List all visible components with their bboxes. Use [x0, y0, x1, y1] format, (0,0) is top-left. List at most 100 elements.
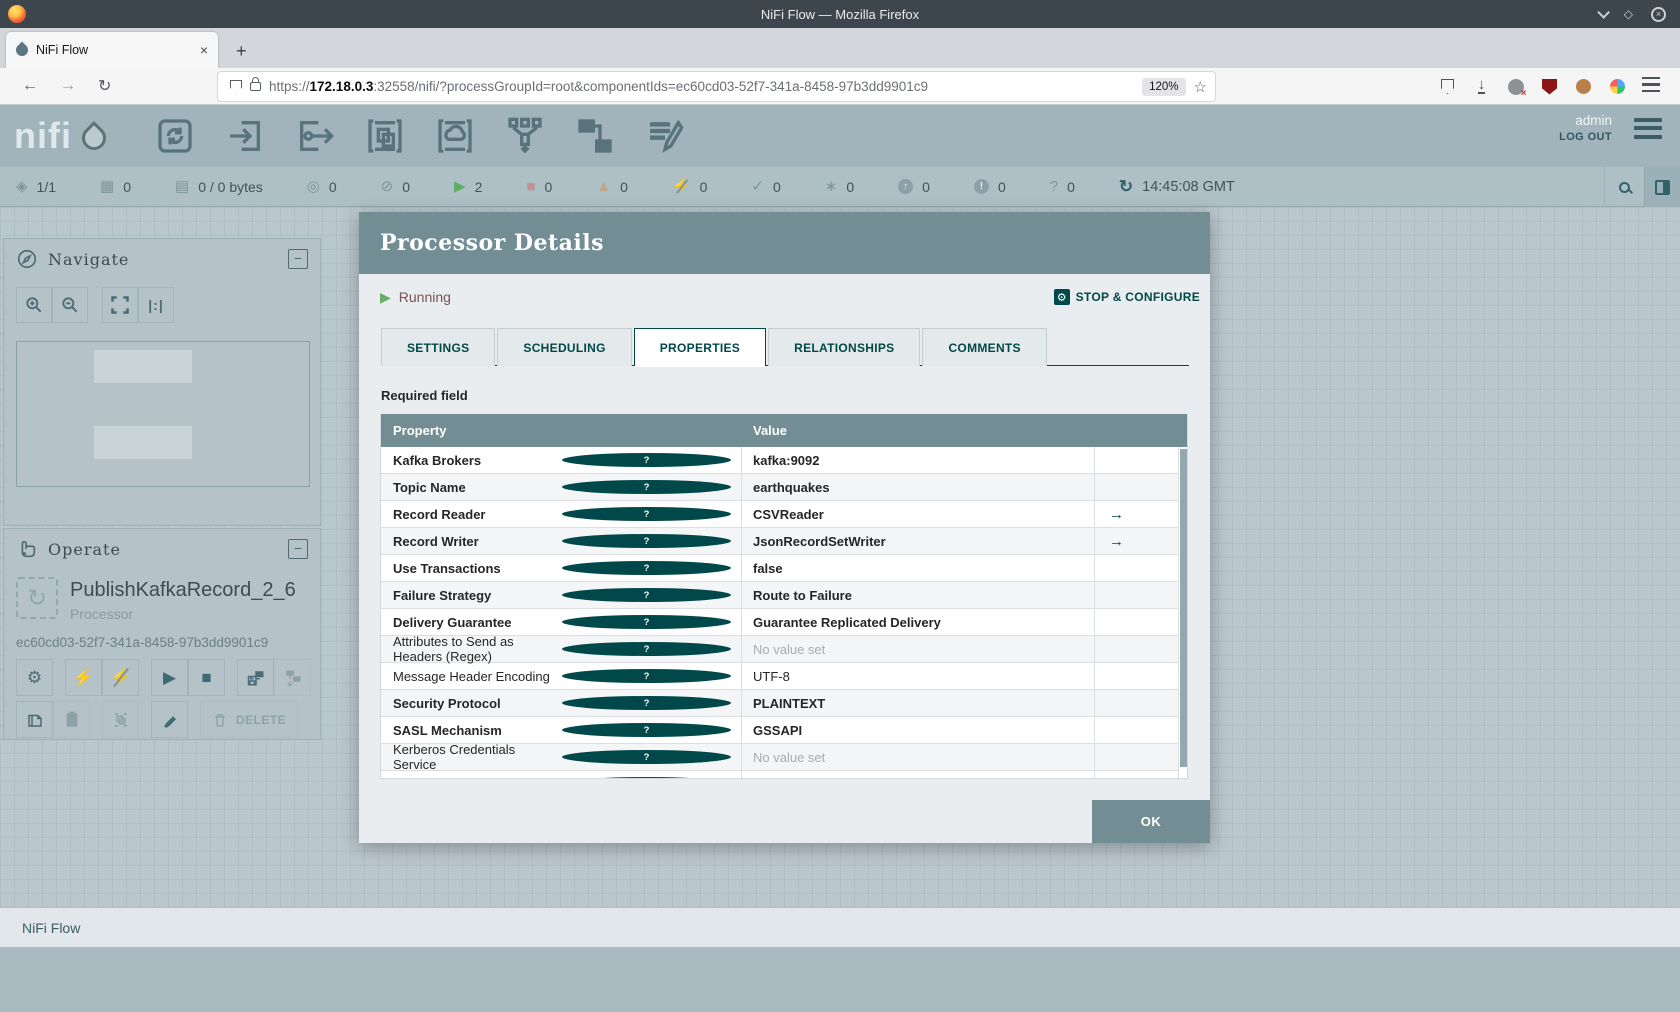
not-transmitting-icon: ⊘: [380, 178, 394, 195]
property-name: Topic Name: [393, 479, 466, 495]
help-icon[interactable]: ?: [562, 615, 731, 629]
property-name: Kafka Brokers: [393, 452, 482, 468]
drag-funnel-icon[interactable]: [502, 113, 548, 159]
cookie-extension-icon[interactable]: [1576, 79, 1591, 94]
stop-and-configure-button[interactable]: ⚙ STOP & CONFIGURE: [1053, 289, 1200, 305]
tab-comments[interactable]: COMMENTS: [922, 328, 1047, 366]
global-menu-button[interactable]: [1634, 117, 1662, 139]
bottom-band: [0, 947, 1680, 1012]
change-color-button[interactable]: [151, 701, 188, 738]
go-to-service-arrow[interactable]: →: [1095, 506, 1187, 523]
help-icon[interactable]: ?: [562, 453, 731, 467]
stop-configure-gear-icon: ⚙: [1053, 289, 1070, 305]
property-row: Delivery Guarantee? Guarantee Replicated…: [381, 609, 1187, 636]
drag-remote-process-group-icon[interactable]: [432, 113, 478, 159]
navigate-collapse-button[interactable]: −: [288, 249, 308, 269]
drag-output-port-icon[interactable]: [292, 113, 338, 159]
enable-button[interactable]: ⚡: [65, 659, 102, 696]
drag-processor-icon[interactable]: [152, 113, 198, 159]
browser-tab[interactable]: NiFi Flow ×: [6, 32, 218, 68]
align-button[interactable]: [102, 701, 139, 738]
url-bar[interactable]: https://172.18.0.3:32558/nifi/?processGr…: [218, 72, 1215, 101]
scrollbar-thumb[interactable]: [1180, 449, 1187, 767]
new-tab-button[interactable]: +: [236, 41, 247, 68]
help-icon[interactable]: ?: [562, 723, 731, 737]
help-icon[interactable]: ?: [562, 534, 731, 548]
bookmark-star-icon[interactable]: ☆: [1194, 78, 1207, 96]
reload-button[interactable]: ↻: [98, 76, 111, 96]
last-refresh-time: 14:45:08 GMT: [1142, 178, 1235, 195]
threads-icon: ▦: [100, 178, 115, 195]
go-to-service-arrow[interactable]: →: [1095, 533, 1187, 550]
help-icon[interactable]: ?: [562, 777, 731, 778]
help-icon[interactable]: ?: [562, 696, 731, 710]
tab-close-icon[interactable]: ×: [200, 42, 208, 58]
ok-button[interactable]: OK: [1092, 800, 1210, 843]
zoom-actual-size-button[interactable]: |:|: [138, 287, 174, 323]
forward-button[interactable]: →: [60, 77, 76, 95]
start-button[interactable]: ▶: [151, 659, 188, 696]
hand-icon: [21, 540, 36, 558]
drag-label-icon[interactable]: [642, 113, 688, 159]
operate-panel: Operate − ↻ PublishKafkaRecord_2_6 Proce…: [3, 528, 321, 740]
shield-extension-icon[interactable]: [1441, 79, 1454, 94]
drag-template-icon[interactable]: [572, 113, 618, 159]
operate-collapse-button[interactable]: −: [288, 539, 308, 559]
birdseye-minimap[interactable]: [16, 341, 310, 487]
sidebar-toggle-button[interactable]: [1644, 167, 1680, 207]
search-button[interactable]: [1604, 167, 1644, 207]
help-icon[interactable]: ?: [562, 507, 731, 521]
property-value: No value set: [742, 744, 1095, 770]
window-restore-icon[interactable]: ◇: [1624, 8, 1633, 20]
logout-link[interactable]: LOG OUT: [1559, 131, 1612, 143]
window-close-icon[interactable]: ×: [1651, 6, 1666, 22]
back-button[interactable]: ←: [22, 77, 38, 95]
property-value: false: [742, 555, 1095, 581]
property-name: Delivery Guarantee: [393, 614, 512, 630]
help-icon[interactable]: ?: [562, 480, 731, 494]
refresh-icon[interactable]: ↻: [1119, 177, 1133, 197]
help-icon[interactable]: ?: [562, 750, 731, 764]
tab-relationships[interactable]: RELATIONSHIPS: [768, 328, 921, 366]
window-minimize-icon[interactable]: [1597, 5, 1610, 19]
delete-button[interactable]: DELETE: [200, 701, 298, 738]
help-icon[interactable]: ?: [562, 561, 731, 575]
configure-button[interactable]: ⚙: [16, 659, 53, 696]
ublock-icon[interactable]: [1542, 78, 1557, 95]
stat-running: ▶ 2: [454, 178, 483, 195]
paste-button[interactable]: [53, 701, 90, 738]
tab-settings[interactable]: SETTINGS: [381, 328, 496, 366]
tab-scheduling[interactable]: SCHEDULING: [497, 328, 632, 366]
copy-button[interactable]: [16, 701, 53, 738]
refresh-status[interactable]: ↻ 14:45:08 GMT: [1119, 177, 1235, 197]
breadcrumb[interactable]: NiFi Flow: [22, 920, 80, 936]
help-icon[interactable]: ?: [562, 588, 731, 602]
property-name: Record Reader: [393, 506, 486, 522]
help-icon[interactable]: ?: [562, 669, 731, 683]
drag-input-port-icon[interactable]: [222, 113, 268, 159]
disable-button[interactable]: ⚡: [102, 659, 139, 696]
stop-button[interactable]: ■: [188, 659, 225, 696]
stat-invalid: ▲ 0: [596, 178, 628, 195]
zoom-fit-button[interactable]: [102, 287, 138, 323]
nifi-drop-icon: [77, 121, 111, 155]
save-template-button[interactable]: [237, 659, 274, 696]
url-text: https://172.18.0.3:32558/nifi/?processGr…: [269, 79, 928, 94]
help-icon[interactable]: ?: [562, 642, 731, 656]
property-row: Message Header Encoding? UTF-8: [381, 663, 1187, 690]
extension-disabled-icon[interactable]: [1507, 78, 1526, 99]
page-zoom-badge[interactable]: 120%: [1142, 77, 1186, 96]
downloads-icon[interactable]: ↓: [1477, 77, 1486, 94]
property-name: Use Transactions: [393, 560, 501, 576]
colorful-extension-icon[interactable]: [1610, 79, 1625, 94]
zoom-out-button[interactable]: [52, 287, 88, 323]
group-button[interactable]: [274, 659, 311, 696]
tracking-shield-icon[interactable]: [230, 79, 242, 94]
drag-process-group-icon[interactable]: [362, 113, 408, 159]
sync-failure-icon: ?: [1049, 178, 1059, 195]
firefox-menu-button[interactable]: [1642, 77, 1660, 92]
lock-icon[interactable]: [250, 77, 261, 91]
table-scrollbar[interactable]: [1178, 447, 1187, 778]
zoom-in-button[interactable]: [16, 287, 52, 323]
tab-properties[interactable]: PROPERTIES: [633, 328, 767, 367]
